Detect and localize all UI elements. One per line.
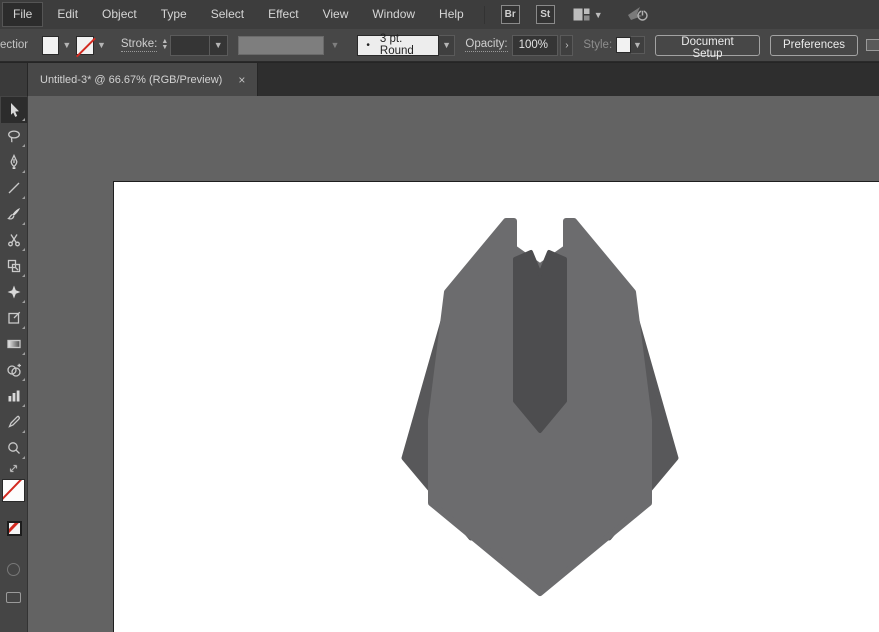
preferences-button[interactable]: Preferences bbox=[770, 35, 858, 56]
menu-item-help[interactable]: Help bbox=[429, 2, 474, 27]
eyedropper-tool[interactable] bbox=[1, 409, 27, 435]
main-area bbox=[0, 96, 879, 632]
stroke-weight-stepper[interactable]: ▲▼ bbox=[161, 39, 168, 51]
menu-item-select[interactable]: Select bbox=[201, 2, 254, 27]
menu-item-type[interactable]: Type bbox=[151, 2, 197, 27]
variable-width-profile-select bbox=[238, 36, 325, 55]
scale-tool[interactable] bbox=[1, 253, 27, 279]
shaper-tool-icon bbox=[6, 284, 22, 300]
stroke-weight-select[interactable]: ▼ bbox=[170, 35, 227, 56]
document-tab-bar: Untitled-3* @ 66.67% (RGB/Preview) × bbox=[0, 62, 879, 96]
column-graph-tool[interactable] bbox=[1, 383, 27, 409]
workspace-switcher[interactable]: ▼ bbox=[573, 8, 603, 21]
fill-chevron-icon[interactable]: ▼ bbox=[59, 40, 76, 50]
selection-tool[interactable] bbox=[1, 97, 27, 123]
column-graph-tool-icon bbox=[6, 388, 22, 404]
opacity-label: Opacity: bbox=[465, 38, 507, 52]
style-label: Style: bbox=[583, 39, 612, 52]
zoom-tool[interactable] bbox=[1, 435, 27, 461]
chevron-down-icon: ▼ bbox=[209, 36, 227, 55]
shape-builder-tool[interactable] bbox=[1, 357, 27, 383]
paintbrush-tool-icon bbox=[6, 206, 22, 222]
gpu-performance-icon[interactable] bbox=[627, 5, 649, 25]
shaper-tool[interactable] bbox=[1, 279, 27, 305]
brush-chevron-icon[interactable]: ▼ bbox=[439, 35, 456, 56]
tab-close-icon[interactable]: × bbox=[238, 73, 245, 87]
none-slash-icon bbox=[7, 521, 22, 535]
shape-builder-tool-icon bbox=[6, 362, 22, 378]
stock-icon[interactable]: St bbox=[536, 5, 555, 24]
menu-items: FileEditObjectTypeSelectEffectViewWindow… bbox=[0, 0, 476, 29]
stroke-swatch-none[interactable] bbox=[7, 521, 22, 536]
lasso-tool-icon bbox=[6, 128, 22, 144]
gradient-tool-icon bbox=[6, 336, 22, 352]
tools-panel bbox=[0, 96, 28, 632]
scissors-tool[interactable] bbox=[1, 227, 27, 253]
gradient-tool[interactable] bbox=[1, 331, 27, 357]
line-segment-tool[interactable] bbox=[1, 175, 27, 201]
bridge-icon[interactable]: Br bbox=[501, 5, 520, 24]
menu-item-file[interactable]: File bbox=[2, 2, 43, 27]
scissors-tool-icon bbox=[6, 232, 22, 248]
menu-item-effect[interactable]: Effect bbox=[258, 2, 308, 27]
graphic-style-swatch[interactable] bbox=[616, 37, 631, 53]
pen-tool[interactable] bbox=[1, 149, 27, 175]
brush-name: 3 pt. Round bbox=[380, 33, 438, 57]
fill-swatch-none[interactable] bbox=[2, 479, 25, 502]
panel-dock-icon[interactable] bbox=[866, 39, 879, 51]
workspace-layout-icon bbox=[573, 8, 590, 21]
selection-label-cutoff: ection bbox=[0, 39, 28, 51]
toolbar-tools bbox=[1, 97, 27, 461]
fill-stroke-indicator bbox=[0, 477, 28, 549]
scale-tool-icon bbox=[6, 258, 22, 274]
document-tab[interactable]: Untitled-3* @ 66.67% (RGB/Preview) × bbox=[28, 63, 258, 96]
paintbrush-tool[interactable] bbox=[1, 201, 27, 227]
menu-item-object[interactable]: Object bbox=[92, 2, 147, 27]
menu-item-window[interactable]: Window bbox=[362, 2, 425, 27]
stroke-color-swatch[interactable] bbox=[76, 36, 94, 55]
zoom-tool-icon bbox=[6, 440, 22, 456]
opacity-input[interactable]: 100% bbox=[512, 35, 559, 56]
pen-tool-icon bbox=[6, 154, 22, 170]
opacity-panel-arrow[interactable]: › bbox=[560, 35, 573, 56]
draw-mode-button[interactable] bbox=[6, 592, 21, 603]
menu-bar: FileEditObjectTypeSelectEffectViewWindow… bbox=[0, 0, 879, 29]
toolbar-dock-header bbox=[0, 63, 28, 96]
illustrator-window: FileEditObjectTypeSelectEffectViewWindow… bbox=[0, 0, 879, 632]
artboard-tool[interactable] bbox=[1, 305, 27, 331]
menubar-separator bbox=[484, 6, 485, 24]
swap-fill-stroke-icon[interactable] bbox=[1, 461, 27, 475]
artboard-tool-icon bbox=[6, 310, 22, 326]
menu-item-view[interactable]: View bbox=[313, 2, 359, 27]
fill-color-swatch[interactable] bbox=[42, 36, 60, 55]
none-slash-icon bbox=[2, 479, 25, 502]
brush-preview-dot: • bbox=[366, 40, 370, 51]
line-segment-tool-icon bbox=[6, 180, 22, 196]
stroke-weight-label: Stroke: bbox=[121, 38, 157, 52]
eyedropper-tool-icon bbox=[6, 414, 22, 430]
document-setup-button[interactable]: Document Setup bbox=[655, 35, 760, 56]
control-bar: ection ▼ ▼ Stroke: ▲▼ ▼ ▼ • 3 pt. Round … bbox=[0, 29, 879, 62]
document-tab-title: Untitled-3* @ 66.67% (RGB/Preview) bbox=[40, 74, 222, 86]
canvas-area[interactable] bbox=[28, 96, 879, 632]
color-mode-button[interactable] bbox=[7, 563, 20, 576]
chevron-down-icon: ▼ bbox=[594, 10, 603, 20]
lasso-tool[interactable] bbox=[1, 123, 27, 149]
brush-definition-field[interactable]: • 3 pt. Round bbox=[357, 35, 438, 56]
selection-tool-icon bbox=[6, 102, 22, 118]
stroke-chevron-icon[interactable]: ▼ bbox=[94, 40, 111, 50]
style-chevron-icon[interactable]: ▼ bbox=[631, 36, 645, 54]
artboard[interactable] bbox=[113, 181, 879, 632]
chevron-down-icon: ▼ bbox=[324, 40, 345, 50]
menu-item-edit[interactable]: Edit bbox=[47, 2, 88, 27]
